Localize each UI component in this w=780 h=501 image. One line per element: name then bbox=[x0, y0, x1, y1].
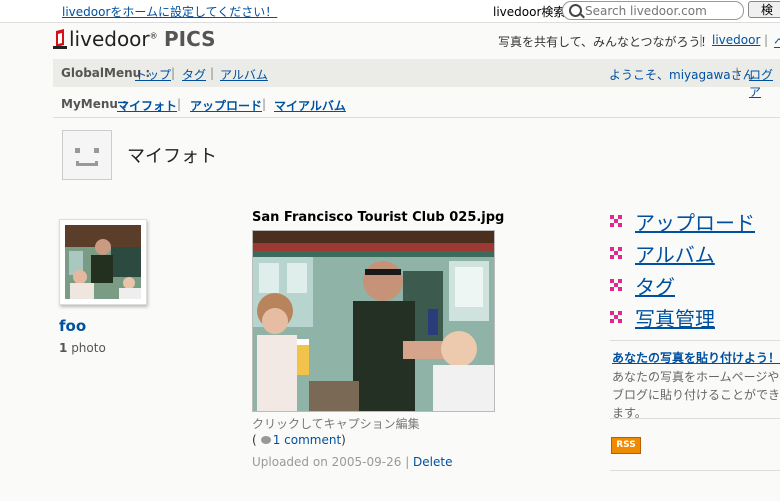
comment-line: (1 comment) bbox=[252, 433, 346, 447]
top-bar: livedoorをホームに設定してください！ livedoor検索 検 bbox=[0, 0, 780, 23]
sidebar-link-photo-manage[interactable]: 写真管理 bbox=[635, 303, 715, 332]
photo-count-unit: photo bbox=[71, 341, 106, 355]
search-input[interactable] bbox=[585, 2, 735, 19]
photo-image[interactable] bbox=[252, 230, 495, 412]
tagline: 写真を共有して、みんなとつながろう！ bbox=[498, 35, 713, 49]
search-button[interactable]: 検 bbox=[748, 1, 780, 18]
separator: | bbox=[177, 97, 182, 111]
global-menu: GlobalMenu : トップ | タグ | アルバム ようこそ、miyaga… bbox=[53, 59, 780, 99]
global-menu-tag[interactable]: タグ bbox=[182, 66, 206, 83]
search-icon bbox=[569, 4, 582, 17]
logo-text: livedoor® PICS bbox=[69, 27, 216, 51]
search-label: livedoor検索 bbox=[493, 5, 566, 19]
upload-meta: Uploaded on 2005-09-26 | Delete bbox=[252, 455, 453, 469]
user-thumbnail[interactable] bbox=[59, 219, 147, 305]
bullet-icon bbox=[610, 247, 622, 259]
my-menu-upload[interactable]: アップロード bbox=[190, 97, 262, 114]
photo-image-drawing bbox=[253, 231, 494, 411]
separator: | bbox=[764, 33, 769, 47]
delete-link[interactable]: Delete bbox=[413, 455, 452, 469]
avatar-mouth bbox=[76, 161, 98, 166]
separator: | bbox=[171, 66, 176, 80]
comment-icon bbox=[260, 436, 271, 444]
divider bbox=[610, 418, 780, 419]
bullet-icon bbox=[610, 279, 622, 291]
sidebar-link-album[interactable]: アルバム bbox=[635, 239, 715, 268]
set-homepage-link[interactable]: livedoorをホームに設定してください！ bbox=[62, 3, 277, 20]
my-menu-myalbum[interactable]: マイアルバム bbox=[274, 97, 346, 114]
divider bbox=[610, 470, 780, 471]
divider bbox=[610, 340, 780, 341]
global-menu-album[interactable]: アルバム bbox=[220, 66, 268, 83]
comment-link[interactable]: 1 comment bbox=[273, 433, 341, 447]
livedoor-logo-icon bbox=[53, 29, 67, 49]
photo-count-number: 1 bbox=[59, 341, 68, 355]
search-box[interactable] bbox=[562, 1, 744, 20]
sidebar-link-upload[interactable]: アップロード bbox=[635, 207, 755, 236]
global-menu-top[interactable]: トップ bbox=[135, 66, 171, 83]
sidebar-link-tag[interactable]: タグ bbox=[635, 271, 675, 300]
livedoor-link[interactable]: livedoor bbox=[712, 33, 760, 47]
user-thumbnail-image bbox=[65, 225, 141, 299]
bullet-icon bbox=[610, 311, 622, 323]
paste-photo-link[interactable]: あなたの写真を貼り付けよう！ bbox=[612, 349, 780, 366]
page-title: マイフォト bbox=[127, 146, 217, 167]
avatar-eye bbox=[75, 148, 80, 153]
separator: | bbox=[210, 66, 215, 80]
paste-photo-description: あなたの写真をホームページやブログに貼り付けることができます。 bbox=[612, 370, 780, 420]
help-link[interactable]: ヘ bbox=[774, 33, 780, 50]
user-avatar bbox=[62, 130, 112, 180]
separator: | bbox=[735, 66, 740, 80]
photo-count: 1 photo bbox=[59, 341, 106, 355]
bullet-icon bbox=[610, 215, 622, 227]
logo-word: livedoor bbox=[69, 27, 150, 51]
separator: | bbox=[262, 97, 267, 111]
my-menu-myphoto[interactable]: マイフォト bbox=[117, 97, 177, 114]
photo-title: San Francisco Tourist Club 025.jpg bbox=[252, 210, 505, 225]
my-menu: MyMenu : マイフォト | アップロード | マイアルバム bbox=[53, 93, 780, 118]
upload-date: Uploaded on 2005-09-26 bbox=[252, 455, 402, 469]
welcome-user[interactable]: ようこそ、miyagawaさん bbox=[609, 66, 755, 83]
user-name[interactable]: foo bbox=[59, 317, 86, 335]
avatar-eye bbox=[94, 148, 99, 153]
logo-product: PICS bbox=[164, 27, 216, 51]
rss-badge-icon[interactable]: RSS bbox=[611, 437, 641, 454]
caption-edit-hint[interactable]: クリックしてキャプション編集 bbox=[252, 415, 420, 432]
separator: | bbox=[699, 33, 704, 47]
